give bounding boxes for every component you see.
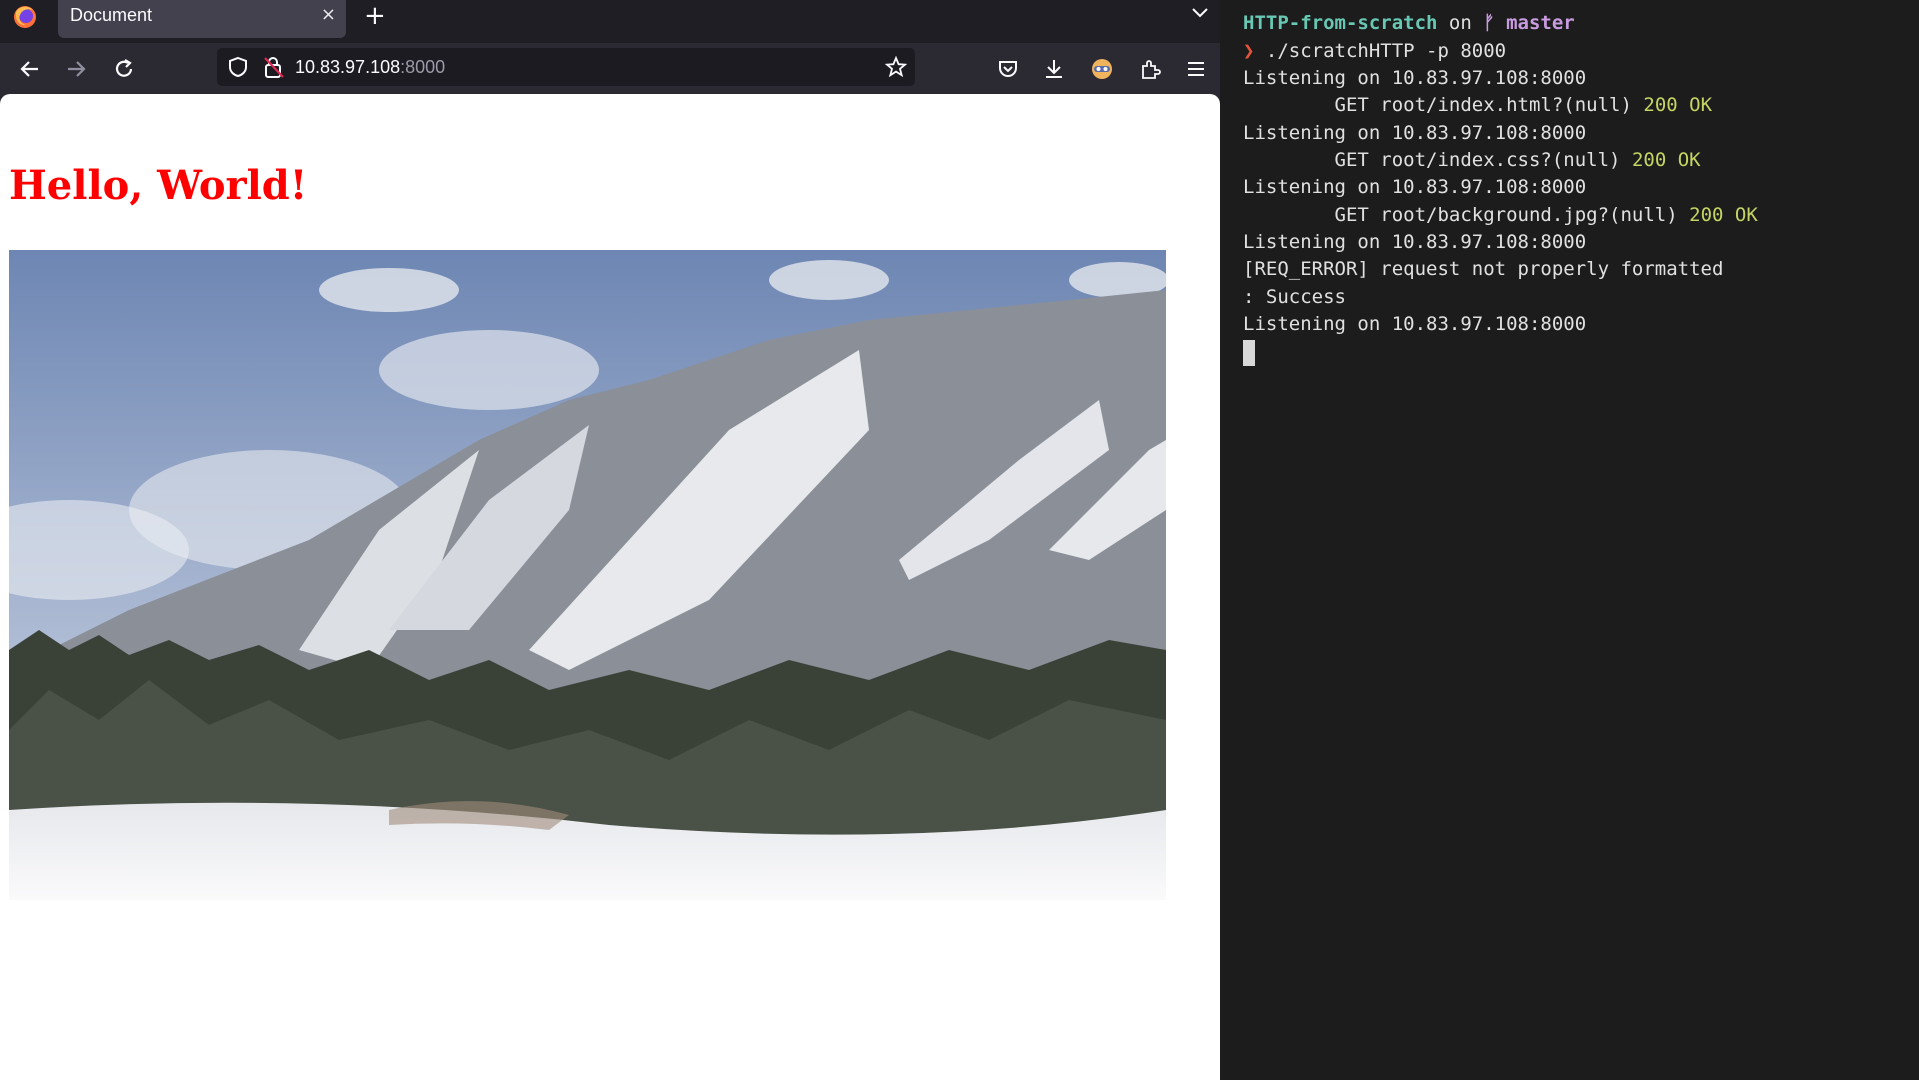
lock-warning-icon[interactable] xyxy=(263,55,285,79)
tab-document[interactable]: Document × xyxy=(58,0,346,38)
page-heading: Hello, World! xyxy=(9,162,308,209)
back-arrow-icon[interactable] xyxy=(14,53,46,85)
prompt-arrow-icon: ❯ xyxy=(1243,40,1255,62)
output-text: [REQ_ERROR] request not properly formatt… xyxy=(1243,258,1724,280)
output-line: [REQ_ERROR] request not properly formatt… xyxy=(1243,258,1723,280)
output-text: Listening on 10.83.97.108:8000 xyxy=(1243,67,1587,89)
output-text: Listening on 10.83.97.108:8000 xyxy=(1243,313,1587,335)
account-avatar-icon[interactable] xyxy=(1086,53,1118,85)
output-line: GET root/index.css?(null) 200 OK xyxy=(1243,149,1701,171)
prompt-line: HTTP-from-scratch on ᚠ master xyxy=(1243,12,1575,34)
chevron-down-icon[interactable] xyxy=(1190,2,1210,22)
url-host: 10.83.97.108 xyxy=(295,57,401,77)
output-text: Listening on 10.83.97.108:8000 xyxy=(1243,231,1587,253)
background-image-mountains xyxy=(9,250,1166,900)
prompt-on: on xyxy=(1437,12,1484,34)
extensions-icon[interactable] xyxy=(1134,53,1166,85)
tab-title: Document xyxy=(70,5,153,25)
output-line: : Success xyxy=(1243,286,1346,308)
url-bar[interactable]: 10.83.97.108:8000 xyxy=(217,48,915,86)
hamburger-menu-icon[interactable] xyxy=(1180,53,1212,85)
status-ok: 200 OK xyxy=(1689,204,1758,226)
output-line: Listening on 10.83.97.108:8000 xyxy=(1243,122,1586,144)
output-line: GET root/background.jpg?(null) 200 OK xyxy=(1243,204,1758,226)
output-line: Listening on 10.83.97.108:8000 xyxy=(1243,313,1586,335)
output-text: Listening on 10.83.97.108:8000 xyxy=(1243,176,1587,198)
url-text[interactable]: 10.83.97.108:8000 xyxy=(295,57,445,78)
command-line: ❯ ./scratchHTTP -p 8000 xyxy=(1243,40,1506,62)
status-ok: 200 OK xyxy=(1631,149,1701,171)
output-line: GET root/index.html?(null) 200 OK xyxy=(1243,94,1713,116)
navigation-toolbar: 10.83.97.108:8000 xyxy=(0,43,1220,94)
download-icon[interactable] xyxy=(1038,53,1070,85)
output-text: : Success xyxy=(1243,286,1346,308)
git-branch-icon: ᚠ xyxy=(1483,12,1495,34)
reload-icon[interactable] xyxy=(108,53,140,85)
command-text: ./scratchHTTP -p 8000 xyxy=(1254,40,1507,62)
output-line: Listening on 10.83.97.108:8000 xyxy=(1243,231,1586,253)
terminal-cursor xyxy=(1243,340,1255,366)
output-text: GET root/background.jpg?(null) xyxy=(1243,204,1690,226)
terminal-window[interactable]: HTTP-from-scratch on ᚠ master ❯ ./scratc… xyxy=(1220,0,1919,1080)
status-ok: 200 OK xyxy=(1643,94,1713,116)
firefox-logo[interactable] xyxy=(12,4,38,30)
browser-window: Document × + 10.83.97.108:8000 Hello, Wo… xyxy=(0,0,1220,1080)
pocket-icon[interactable] xyxy=(992,53,1024,85)
output-line: Listening on 10.83.97.108:8000 xyxy=(1243,67,1586,89)
output-text: GET root/index.css?(null) xyxy=(1243,149,1632,171)
prompt-branch: master xyxy=(1494,12,1575,34)
close-tab-icon[interactable]: × xyxy=(321,4,336,25)
tab-bar: Document × + xyxy=(0,0,1220,43)
forward-arrow-icon[interactable] xyxy=(60,53,92,85)
star-icon[interactable] xyxy=(885,56,907,78)
prompt-directory: HTTP-from-scratch xyxy=(1243,12,1438,34)
url-port: :8000 xyxy=(400,57,446,77)
output-line: Listening on 10.83.97.108:8000 xyxy=(1243,176,1586,198)
page-content: Hello, World! xyxy=(0,94,1220,1080)
output-text: GET root/index.html?(null) xyxy=(1243,94,1644,116)
shield-icon[interactable] xyxy=(227,56,249,78)
output-text: Listening on 10.83.97.108:8000 xyxy=(1243,122,1587,144)
new-tab-button[interactable]: + xyxy=(364,1,386,31)
